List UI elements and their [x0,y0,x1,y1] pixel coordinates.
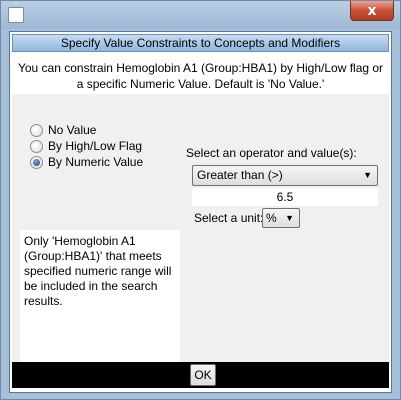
dialog-window: x Specify Value Constraints to Concepts … [0,0,401,400]
radio-label: No Value [48,123,97,137]
numeric-value-input[interactable]: 6.5 [192,188,378,206]
operator-selected-value: Greater than (>) [197,168,283,182]
radio-high-low-flag[interactable]: By High/Low Flag [30,138,143,154]
chevron-down-icon: ▼ [363,170,372,180]
unit-label: Select a unit: [194,211,264,225]
app-window-icon [8,7,24,23]
dialog-heading: Specify Value Constraints to Concepts an… [12,34,389,52]
operator-label: Select an operator and value(s): [186,146,357,160]
dialog-description: You can constrain Hemoglobin A1 (Group:H… [12,58,389,94]
description-line-2: a specific Numeric Value. Default is 'No… [76,77,325,91]
constraint-panel: No Value By High/Low Flag By Numeric Val… [12,94,389,386]
radio-button[interactable] [30,139,43,153]
chevron-down-icon: ▼ [285,213,294,223]
radio-numeric-value[interactable]: By Numeric Value [30,154,143,170]
constraint-radio-group: No Value By High/Low Flag By Numeric Val… [30,122,143,170]
radio-no-value[interactable]: No Value [30,122,143,138]
dialog-client-area: Specify Value Constraints to Concepts an… [9,31,392,393]
radio-button[interactable] [30,123,43,137]
close-icon: x [367,2,377,19]
unit-dropdown[interactable]: % ▼ [262,208,300,228]
close-button[interactable]: x [350,1,394,21]
radio-label: By Numeric Value [48,155,144,169]
operator-dropdown[interactable]: Greater than (>) ▼ [192,165,378,186]
description-line-1: You can constrain Hemoglobin A1 (Group:H… [17,61,384,75]
ok-button[interactable]: OK [190,364,216,386]
button-bar: OK [12,362,389,388]
radio-button-selected[interactable] [30,155,43,169]
title-bar[interactable]: x [1,1,400,29]
radio-label: By High/Low Flag [48,139,143,153]
unit-selected-value: % [266,211,277,225]
